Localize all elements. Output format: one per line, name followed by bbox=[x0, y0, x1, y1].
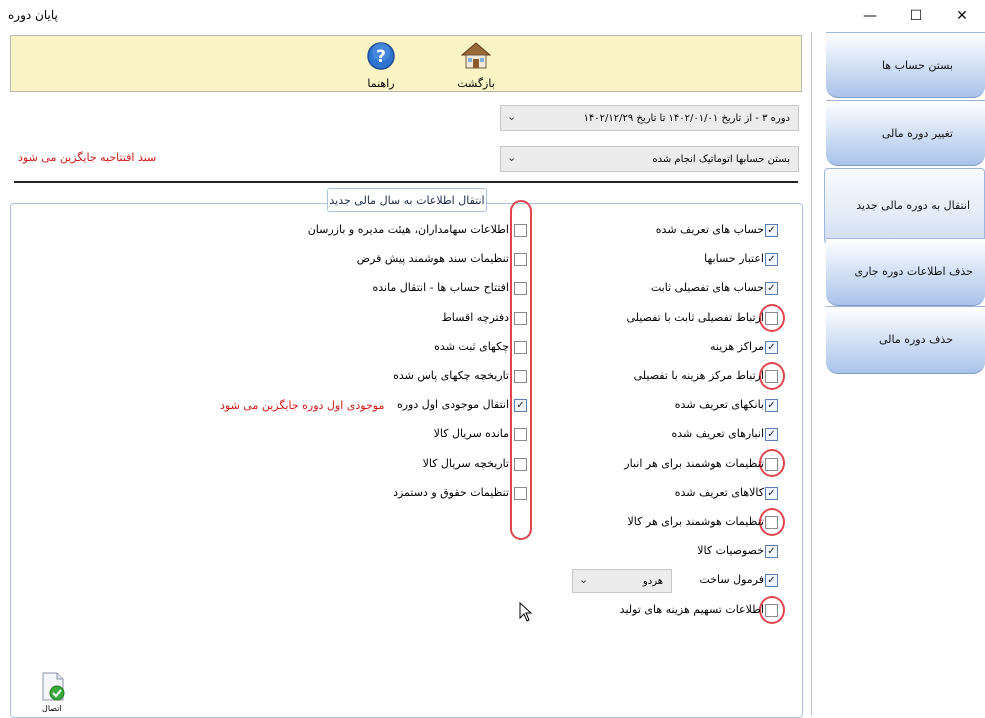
right-checkbox-item[interactable]: اطلاعات تسهیم هزینه های تولید bbox=[0, 603, 812, 619]
checkbox[interactable] bbox=[765, 603, 778, 617]
checkbox[interactable] bbox=[514, 428, 527, 442]
right-checkbox-item[interactable]: تنظیمات هوشمند برای هر کالا bbox=[0, 515, 812, 531]
maximize-button[interactable]: ☐ bbox=[893, 0, 939, 32]
left-checkbox-item[interactable]: تاریخچه سریال کالا bbox=[0, 457, 812, 473]
status-select[interactable]: بستن حسابها اتوماتیک انجام شده ⌄ bbox=[500, 146, 799, 172]
checkbox[interactable] bbox=[514, 311, 527, 325]
right-checkbox-item[interactable]: ✓ فرمول ساخت bbox=[0, 573, 812, 589]
left-checkbox-item[interactable]: تاریخچه چکهای پاس شده bbox=[0, 369, 812, 385]
group-title: انتقال اطلاعات به سال مالی جدید bbox=[327, 188, 487, 212]
checkbox-label: انتقال موجودی اول دوره bbox=[396, 398, 509, 412]
left-checkbox-item[interactable]: چکهای ثبت شده bbox=[0, 340, 812, 356]
checkbox-label: افتتاح حساب ها - انتقال مانده bbox=[372, 281, 509, 295]
checkbox-label: تاریخچه چکهای پاس شده bbox=[393, 369, 509, 382]
left-checkbox-item[interactable]: اطلاعات سهامداران، هیئت مدیره و بازرسان bbox=[0, 223, 812, 239]
minimize-button[interactable]: — bbox=[847, 0, 893, 32]
toolbar: ? راهنما بازگشت bbox=[10, 35, 802, 92]
checkbox[interactable] bbox=[765, 516, 778, 529]
checkbox[interactable] bbox=[514, 282, 527, 296]
sidebar-item-delete-current-data[interactable]: حذف اطلاعات دوره جاری bbox=[826, 238, 985, 306]
connection-status-label: اتصال bbox=[42, 704, 62, 713]
home-icon bbox=[460, 42, 492, 69]
checkbox[interactable] bbox=[514, 253, 527, 267]
sidebar-item-close-accounts[interactable]: بستن حساب ها bbox=[826, 32, 985, 98]
period-select-value: دوره ۳ - از تاریخ ۱۴۰۲/۰۱/۰۱ تا تاریخ ۱۴… bbox=[583, 113, 790, 124]
help-icon: ? bbox=[367, 42, 395, 70]
checkbox-label: تنظیمات سند هوشمند پیش فرض bbox=[356, 252, 509, 266]
close-button[interactable]: ✕ bbox=[939, 0, 985, 32]
checkbox-label: اطلاعات سهامداران، هیئت مدیره و بازرسان bbox=[307, 223, 509, 236]
checkbox[interactable] bbox=[514, 486, 527, 500]
checkbox-label: تاریخچه سریال کالا bbox=[422, 456, 509, 470]
help-button[interactable]: ? راهنما bbox=[351, 39, 411, 91]
checkbox[interactable]: ✓ bbox=[514, 399, 527, 413]
svg-text:?: ? bbox=[376, 47, 386, 67]
divider bbox=[14, 181, 798, 183]
period-select[interactable]: دوره ۳ - از تاریخ ۱۴۰۲/۰۱/۰۱ تا تاریخ ۱۴… bbox=[500, 105, 799, 131]
checkbox-label: تنظیمات هوشمند برای هر کالا bbox=[627, 515, 764, 528]
sidebar-item-label: بستن حساب ها bbox=[881, 59, 953, 72]
checkbox[interactable]: ✓ bbox=[765, 545, 778, 559]
status-select-value: بستن حسابها اتوماتیک انجام شده bbox=[652, 154, 790, 165]
left-checkbox-item[interactable]: ✓ انتقال موجودی اول دوره bbox=[0, 398, 812, 414]
sidebar-item-label: انتقال به دوره مالی جدید bbox=[856, 199, 970, 212]
sidebar-item-change-period[interactable]: تغییر دوره مالی bbox=[826, 100, 985, 166]
back-label: بازگشت bbox=[457, 77, 495, 90]
sidebar: بستن حساب ها تغییر دوره مالی انتقال به د… bbox=[824, 32, 985, 382]
sidebar-item-label: تغییر دوره مالی bbox=[881, 127, 953, 140]
left-checkbox-item[interactable]: مانده سریال کالا bbox=[0, 427, 812, 443]
back-button[interactable]: بازگشت bbox=[446, 39, 506, 91]
left-checkbox-item[interactable]: دفترچه اقساط bbox=[0, 311, 812, 327]
checkbox-label: مانده سریال کالا bbox=[433, 427, 509, 441]
window-title: پایان دوره bbox=[8, 8, 58, 22]
sidebar-item-transfer-new-period[interactable]: انتقال به دوره مالی جدید bbox=[824, 168, 985, 244]
chevron-down-icon: ⌄ bbox=[507, 151, 517, 164]
checkbox[interactable]: ✓ bbox=[765, 574, 778, 588]
help-label: راهنما bbox=[367, 77, 395, 90]
checkbox-label: چکهای ثبت شده bbox=[434, 339, 509, 353]
checkbox[interactable] bbox=[514, 457, 527, 471]
right-checkbox-item[interactable]: ✓ خصوصیات کالا bbox=[0, 544, 812, 560]
title-bar: پایان دوره — ☐ ✕ bbox=[0, 0, 985, 32]
checkbox-label: تنظیمات حقوق و دستمزد bbox=[393, 485, 509, 499]
sidebar-item-delete-period[interactable]: حذف دوره مالی bbox=[826, 306, 985, 374]
sidebar-item-label: حذف دوره مالی bbox=[878, 333, 953, 346]
chevron-down-icon: ⌄ bbox=[507, 110, 517, 123]
opening-note: سند افتتاحیه جایگزین می شود bbox=[18, 151, 157, 164]
sidebar-item-label: حذف اطلاعات دوره جاری bbox=[854, 265, 973, 278]
checkbox[interactable] bbox=[514, 370, 527, 383]
left-checkbox-item[interactable]: تنظیمات حقوق و دستمزد bbox=[0, 486, 812, 502]
left-checkbox-item[interactable]: افتتاح حساب ها - انتقال مانده bbox=[0, 281, 812, 297]
checkbox-label: اطلاعات تسهیم هزینه های تولید bbox=[619, 602, 764, 616]
checkbox-label: خصوصیات کالا bbox=[697, 544, 764, 558]
checkbox-label: دفترچه اقساط bbox=[441, 310, 509, 324]
document-check-icon bbox=[42, 672, 65, 701]
checkbox[interactable] bbox=[514, 340, 527, 354]
checkbox-label: فرمول ساخت bbox=[699, 573, 764, 587]
main-panel: ? راهنما بازگشت دوره ۳ - از تاریخ ۱۴۰۲/۰… bbox=[0, 32, 812, 718]
left-checkbox-item[interactable]: تنظیمات سند هوشمند پیش فرض bbox=[0, 252, 812, 268]
checkbox[interactable] bbox=[514, 224, 527, 237]
connection-status[interactable]: اتصال bbox=[40, 672, 68, 713]
